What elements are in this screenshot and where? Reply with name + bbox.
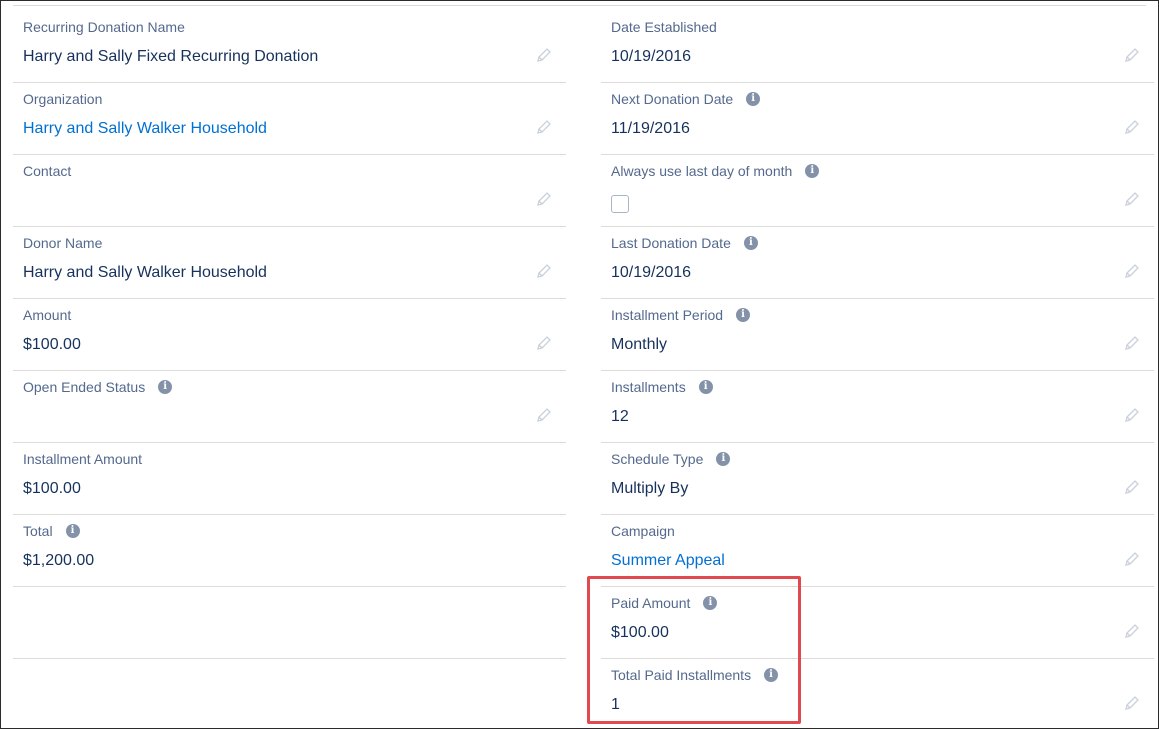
field-label: Date Established: [611, 19, 717, 35]
organization-link[interactable]: Harry and Sally Walker Household: [23, 120, 267, 138]
field-label: Schedule Type: [611, 451, 704, 467]
pencil-icon[interactable]: [1124, 695, 1140, 711]
pencil-icon[interactable]: [1124, 263, 1140, 279]
field-donor-name: Donor Name Harry and Sally Walker Househ…: [13, 227, 566, 299]
info-icon[interactable]: i: [65, 524, 80, 538]
field-label: Amount: [23, 307, 72, 323]
info-icon[interactable]: i: [698, 380, 713, 394]
field-next-donation-date: Next Donation Date i 11/19/2016: [601, 83, 1154, 155]
pencil-icon[interactable]: [536, 335, 552, 351]
left-column: Recurring Donation Name Harry and Sally …: [13, 11, 566, 659]
field-value: 12: [611, 408, 629, 425]
campaign-link[interactable]: Summer Appeal: [611, 552, 725, 570]
field-label: Installment Period: [611, 307, 724, 323]
field-value: 11/19/2016: [611, 120, 690, 137]
pencil-icon[interactable]: [1124, 407, 1140, 423]
field-last-donation-date: Last Donation Date i 10/19/2016: [601, 227, 1154, 299]
info-icon[interactable]: i: [746, 92, 761, 106]
field-installment-period: Installment Period i Monthly: [601, 299, 1154, 371]
info-icon[interactable]: i: [736, 308, 751, 322]
info-icon[interactable]: i: [743, 236, 758, 250]
pencil-icon[interactable]: [1124, 47, 1140, 63]
divider: [13, 5, 1146, 6]
pencil-icon[interactable]: [1124, 335, 1140, 351]
field-value: 10/19/2016: [611, 48, 692, 65]
pencil-icon[interactable]: [1124, 119, 1140, 135]
field-value: $100.00: [23, 480, 81, 497]
record-detail-panel: Recurring Donation Name Harry and Sally …: [0, 0, 1159, 729]
field-total: Total i $1,200.00: [13, 515, 566, 587]
field-label: Campaign: [611, 523, 675, 539]
highlight-box: [587, 576, 801, 724]
field-contact: Contact: [13, 155, 566, 227]
field-label: Organization: [23, 91, 103, 107]
field-empty: [13, 587, 566, 659]
field-installments: Installments i 12: [601, 371, 1154, 443]
field-recurring-donation-name: Recurring Donation Name Harry and Sally …: [13, 11, 566, 83]
last-day-checkbox[interactable]: [611, 195, 629, 213]
field-value: Harry and Sally Walker Household: [23, 264, 267, 281]
pencil-icon[interactable]: [536, 47, 552, 63]
info-icon[interactable]: i: [716, 452, 731, 466]
pencil-icon[interactable]: [1124, 623, 1140, 639]
field-schedule-type: Schedule Type i Multiply By: [601, 443, 1154, 515]
field-label: Last Donation Date: [611, 235, 731, 251]
field-label: Installments: [611, 379, 686, 395]
info-icon[interactable]: i: [158, 380, 173, 394]
field-amount: Amount $100.00: [13, 299, 566, 371]
pencil-icon[interactable]: [536, 407, 552, 423]
pencil-icon[interactable]: [1124, 551, 1140, 567]
field-label: Contact: [23, 163, 72, 179]
field-label: Donor Name: [23, 235, 103, 251]
field-value: $100.00: [23, 336, 81, 353]
info-icon[interactable]: i: [805, 164, 820, 178]
pencil-icon[interactable]: [536, 119, 552, 135]
field-value: Multiply By: [611, 480, 689, 497]
field-always-use-last-day: Always use last day of month i: [601, 155, 1154, 227]
pencil-icon[interactable]: [1124, 191, 1140, 207]
field-label: Recurring Donation Name: [23, 19, 185, 35]
pencil-icon[interactable]: [536, 263, 552, 279]
pencil-icon[interactable]: [1124, 479, 1140, 495]
field-label: Always use last day of month: [611, 163, 793, 179]
field-value: Monthly: [611, 336, 668, 353]
field-label: Open Ended Status: [23, 379, 146, 395]
pencil-icon[interactable]: [536, 191, 552, 207]
field-label: Installment Amount: [23, 451, 143, 467]
field-value: Harry and Sally Fixed Recurring Donation: [23, 48, 319, 65]
field-open-ended-status: Open Ended Status i: [13, 371, 566, 443]
field-organization: Organization Harry and Sally Walker Hous…: [13, 83, 566, 155]
field-value: 10/19/2016: [611, 264, 692, 281]
field-label: Next Donation Date: [611, 91, 734, 107]
field-value: $1,200.00: [23, 552, 95, 569]
field-date-established: Date Established 10/19/2016: [601, 11, 1154, 83]
field-installment-amount: Installment Amount $100.00: [13, 443, 566, 515]
field-label: Total: [23, 523, 53, 539]
